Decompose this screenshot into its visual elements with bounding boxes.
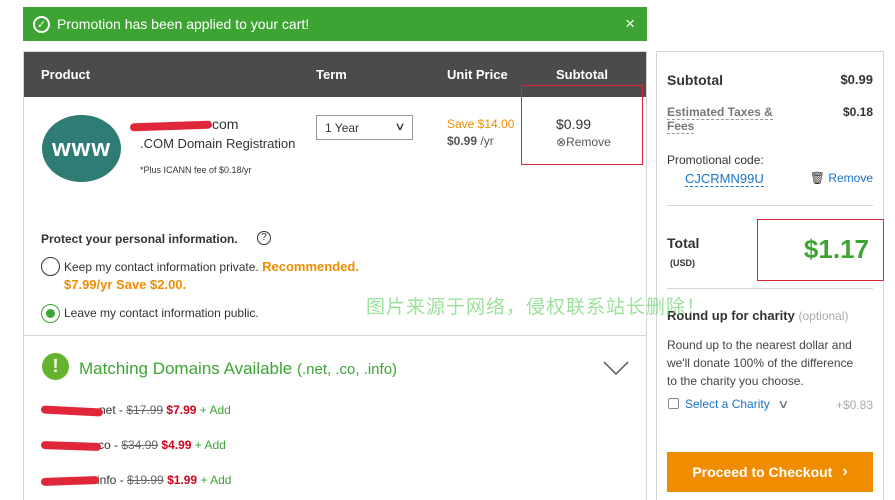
chevron-down-icon[interactable]	[603, 360, 629, 376]
old-price: $19.99	[127, 473, 164, 487]
charity-amount: +$0.83	[835, 398, 873, 412]
chevron-down-icon: ∨	[394, 121, 406, 133]
charity-text-line1: Round up to the nearest dollar and	[667, 338, 852, 352]
private-price: $7.99/yr Save $2.00.	[64, 277, 187, 292]
trash-icon: 🗑	[809, 171, 825, 185]
row-separator: -	[116, 473, 128, 487]
matching-row-info: info - $19.99 $1.99 + Add	[40, 473, 231, 487]
proceed-to-checkout-button[interactable]: Proceed to Checkout ›	[667, 452, 873, 492]
promotion-banner: ✓ Promotion has been applied to your car…	[23, 7, 647, 41]
matching-domains-title: Matching Domains Available (.net, .co, .…	[79, 359, 397, 379]
charity-text-line2: we'll donate 100% of the difference	[667, 356, 854, 370]
close-icon[interactable]: ×	[625, 14, 635, 34]
option-private-label: Keep my contact information private.	[64, 260, 259, 274]
charity-checkbox[interactable]	[668, 398, 679, 409]
estimated-taxes-label[interactable]: Estimated Taxes & Fees	[667, 105, 773, 134]
remove-item-button[interactable]: ⊗Remove	[556, 135, 611, 149]
subtotal-label: Subtotal	[667, 72, 723, 88]
header-subtotal: Subtotal	[556, 67, 608, 82]
old-price: $34.99	[121, 438, 159, 452]
unit-price-per: /yr	[480, 134, 494, 148]
select-charity-dropdown[interactable]: Select a Charity ∨	[685, 397, 790, 411]
promo-remove-label: Remove	[828, 171, 873, 185]
old-price: $17.99	[126, 403, 164, 417]
redacted-domain	[129, 120, 213, 132]
divider	[667, 205, 873, 206]
redacted-domain	[40, 475, 100, 486]
radio-public[interactable]	[41, 304, 60, 323]
add-domain-button[interactable]: + Add	[200, 473, 231, 487]
promo-remove-button[interactable]: 🗑 Remove	[810, 171, 873, 185]
add-domain-button[interactable]: + Add	[195, 438, 226, 452]
charity-text-line3: to the charity you choose.	[667, 374, 804, 388]
recommended-label: Recommended.	[262, 259, 359, 274]
new-price: $1.99	[167, 473, 198, 487]
radio-private[interactable]	[41, 257, 60, 276]
privacy-title: Protect your personal information.	[41, 232, 238, 246]
chevron-down-icon: ∨	[777, 397, 790, 411]
promo-code: CJCRMN99U	[685, 171, 764, 187]
divider	[667, 288, 873, 289]
header-term: Term	[316, 67, 347, 82]
item-subtotal: $0.99	[556, 116, 592, 132]
header-unit-price: Unit Price	[447, 67, 508, 82]
term-select[interactable]: 1 Year ∨	[316, 115, 413, 140]
divider	[24, 335, 646, 336]
total-label: Total	[667, 235, 700, 251]
new-price: $7.99	[166, 403, 197, 417]
add-domain-button[interactable]: + Add	[200, 403, 231, 417]
unit-price-value: $0.99	[447, 134, 478, 148]
www-logo: www	[42, 115, 121, 182]
total-currency: (USD)	[670, 258, 695, 268]
promotion-message: Promotion has been applied to your cart!	[57, 16, 310, 32]
subtotal-value: $0.99	[840, 72, 873, 87]
taxes-label-line2: Fees	[667, 119, 695, 134]
row-separator: -	[115, 403, 127, 417]
total-value: $1.17	[803, 234, 869, 264]
order-summary-panel: Subtotal $0.99 Estimated Taxes & Fees $0…	[656, 51, 884, 500]
watermark: 图片来源于网络，侵权联系站长删除！	[366, 297, 707, 318]
option-private-text: Keep my contact information private. Rec…	[64, 259, 359, 274]
checkout-label: Proceed to Checkout	[692, 464, 833, 480]
help-icon[interactable]: ?	[257, 231, 271, 245]
matching-row-net: net - $17.99 $7.99 + Add	[40, 403, 231, 417]
check-circle-icon: ✓	[33, 15, 50, 33]
remove-circle-icon: ⊗	[556, 135, 567, 149]
row-separator: -	[110, 438, 122, 452]
charity-description: Round up to the nearest dollar and we'll…	[667, 336, 853, 390]
new-price: $4.99	[161, 438, 192, 452]
redacted-domain	[40, 405, 104, 417]
term-value: 1 Year	[325, 121, 360, 135]
header-product: Product	[41, 67, 91, 82]
redacted-domain	[40, 440, 102, 451]
row-suffix: info	[97, 473, 117, 487]
taxes-label-line1: Estimated Taxes &	[667, 105, 773, 120]
cart-panel: Product Term Unit Price Subtotal www com…	[23, 51, 647, 500]
matching-title: Matching Domains Available	[79, 359, 293, 378]
matching-exts: (.net, .co, .info)	[296, 361, 398, 378]
unit-price: $0.99 /yr	[447, 134, 494, 148]
domain-suffix: com	[212, 116, 239, 132]
icann-fee-note: *Plus ICANN fee of $0.18/yr	[140, 165, 252, 175]
select-charity-label: Select a Charity	[685, 397, 770, 411]
promo-label: Promotional code:	[667, 153, 764, 167]
taxes-value: $0.18	[842, 105, 873, 119]
chevron-right-icon: ›	[842, 463, 848, 480]
option-public-label: Leave my contact information public.	[64, 306, 259, 320]
exclamation-icon: !	[42, 353, 69, 380]
save-amount: Save $14.00	[447, 117, 515, 131]
charity-optional: (optional)	[798, 309, 849, 323]
remove-item-label: Remove	[566, 135, 611, 149]
matching-row-co: co - $34.99 $4.99 + Add	[40, 438, 226, 452]
product-name: .COM Domain Registration	[140, 136, 296, 151]
